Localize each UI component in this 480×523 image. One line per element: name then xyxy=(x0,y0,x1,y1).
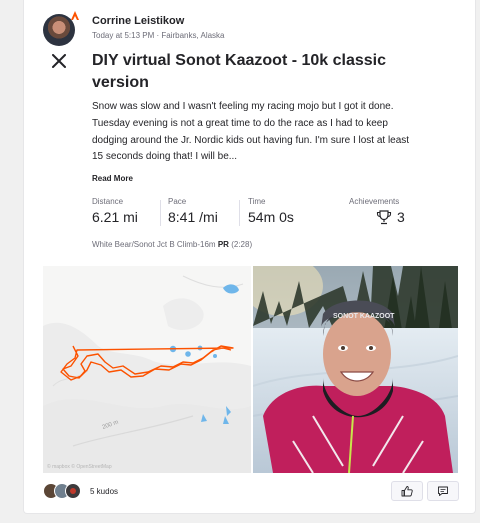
athlete-avatar[interactable] xyxy=(43,11,79,46)
activity-title[interactable]: DIY virtual Sonot Kaazoot - 10k classic … xyxy=(92,50,412,94)
stat-distance-value: 6.21 mi xyxy=(92,209,138,225)
stat-divider xyxy=(160,200,161,226)
route-map[interactable]: 200 m © mapbox © OpenStreetMap xyxy=(43,266,251,473)
stat-pace-value: 8:41 /mi xyxy=(168,209,218,225)
segment-name: White Bear/Sonot Jct B Climb-16m xyxy=(92,240,216,249)
give-kudos-button[interactable] xyxy=(391,481,423,501)
segment-highlight[interactable]: White Bear/Sonot Jct B Climb-16m PR (2:2… xyxy=(92,240,252,249)
thumbs-up-icon xyxy=(401,486,413,497)
headband-text: SONOT KAAZOOT xyxy=(333,313,395,320)
stat-pace: Pace 8:41 /mi xyxy=(168,197,218,225)
read-more-link[interactable]: Read More xyxy=(92,174,133,183)
x-icon[interactable] xyxy=(52,54,66,68)
selfie-photo: SONOT KAAZOOT xyxy=(253,266,458,473)
stat-distance: Distance 6.21 mi xyxy=(92,197,138,225)
pr-badge: PR xyxy=(217,240,229,249)
kudos-avatars[interactable] xyxy=(43,483,89,499)
comment-button[interactable] xyxy=(427,481,459,501)
stat-achievements-value[interactable]: 3 xyxy=(397,209,405,225)
athlete-name[interactable]: Corrine Leistikow xyxy=(92,15,184,27)
trophy-icon xyxy=(376,210,392,225)
stat-distance-label: Distance xyxy=(92,197,124,206)
stat-pace-label: Pace xyxy=(168,197,187,206)
comment-icon xyxy=(438,486,448,496)
stat-time: Time 54m 0s xyxy=(248,197,294,225)
stat-divider xyxy=(239,200,240,226)
activity-description: Snow was slow and I wasn't feeling my ra… xyxy=(92,101,410,163)
map-attribution: © mapbox © OpenStreetMap xyxy=(47,464,112,470)
kudos-count[interactable]: 5 kudos xyxy=(90,487,118,496)
stat-achievements: Achievements xyxy=(349,197,399,206)
activity-photo[interactable]: SONOT KAAZOOT xyxy=(253,266,458,473)
segment-time: (2:28) xyxy=(231,240,253,249)
strava-badge-icon xyxy=(71,11,79,20)
stat-time-label: Time xyxy=(248,197,266,206)
activity-timestamp-location: Today at 5:13 PM · Fairbanks, Alaska xyxy=(92,31,225,40)
route-map-graphic: 200 m xyxy=(43,266,251,473)
stat-achievements-label: Achievements xyxy=(349,197,400,206)
stat-time-value: 54m 0s xyxy=(248,209,294,225)
activity-card: Corrine Leistikow Today at 5:13 PM · Fai… xyxy=(23,0,476,514)
